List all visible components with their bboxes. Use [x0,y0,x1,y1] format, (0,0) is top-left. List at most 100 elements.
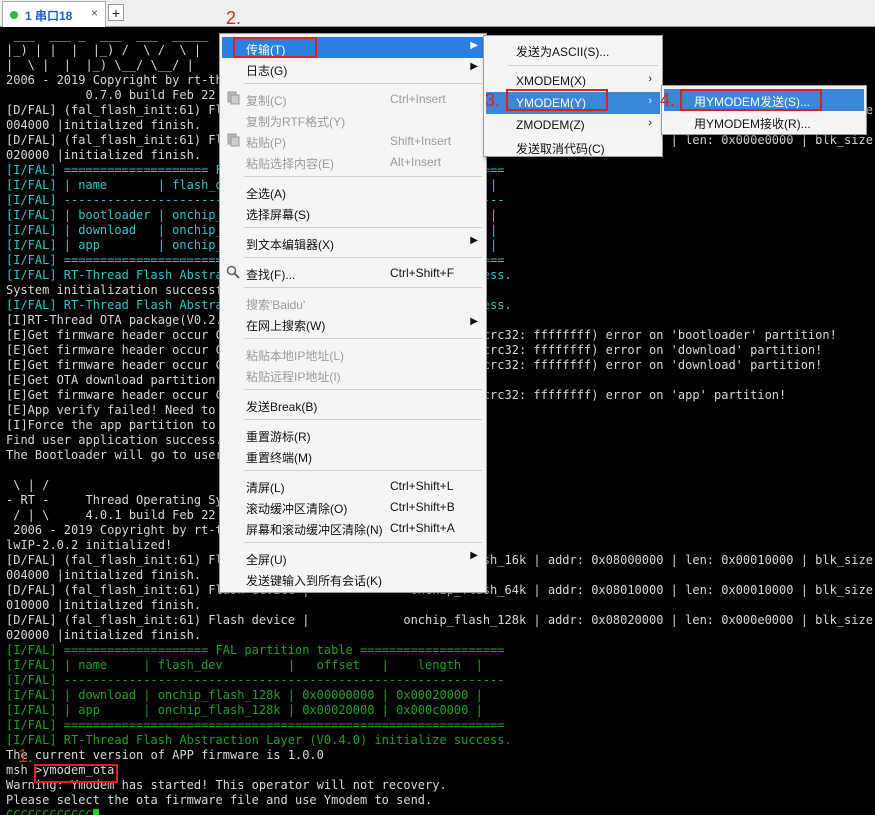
menu-separator [244,257,482,258]
transfer-menu-item-label: 发送为ASCII(S)... [516,45,610,59]
context-menu-item[interactable]: 全屏(U) ▶ [222,547,484,568]
terminal-line: [I/FAL] ==================== FAL partiti… [6,643,505,657]
context-menu-item-label: 粘贴远程IP地址(I) [246,370,341,384]
context-menu-item[interactable]: 重置终端(M) [222,445,484,466]
transfer-menu-item[interactable]: YMODEM(Y) › [486,92,660,114]
submenu-arrow-icon: › [648,95,652,107]
terminal-cursor [92,809,99,815]
menu-separator [508,65,658,66]
context-menu-item[interactable]: 在网上搜索(W) ▶ [222,313,484,334]
step-label-4: 4. [660,90,676,110]
submenu-arrow-icon: › [648,117,652,129]
transfer-menu-item[interactable]: XMODEM(X) › [486,70,660,92]
step-label-2: 2. [226,8,242,28]
context-menu-item-label: 查找(F)... [246,268,296,282]
terminal-line: [I/FAL] | app | onchip_flash_128k | 0x00… [6,703,483,717]
transfer-menu-item[interactable]: 发送为ASCII(S)... [486,39,660,61]
new-tab-button[interactable]: + [108,4,124,21]
context-menu-item-shortcut: Alt+Insert [390,155,442,169]
menu-separator [244,227,482,228]
context-menu-item[interactable]: 到文本编辑器(X) ▶ [222,232,484,253]
context-menu-item-label: 传输(T) [246,43,286,57]
context-menu-item[interactable]: 日志(G) ▶ [222,58,484,79]
context-menu-item-label: 粘贴选择内容(E) [246,157,334,171]
context-menu-item[interactable]: 清屏(L) Ctrl+Shift+L [222,475,484,496]
menu-separator [244,287,482,288]
transfer-menu-item[interactable]: ZMODEM(Z) › [486,114,660,136]
context-menu-item-label: 到文本编辑器(X) [246,238,334,252]
context-menu-item[interactable]: 查找(F)... Ctrl+Shift+F [222,262,484,283]
search-icon [226,265,240,279]
ymodem-menu-item[interactable]: 用YMODEM接收(R)... [664,111,864,133]
menu-separator [244,542,482,543]
context-menu-item-label: 复制(C) [246,94,287,108]
context-menu: 传输(T) ▶ 日志(G) ▶ 复制(C) Ctrl+Insert 复制为RTF格式(Y) 粘… [219,33,487,593]
context-menu-item: 粘贴选择内容(E) Alt+Insert [222,151,484,172]
menu-separator [244,419,482,420]
context-menu-item-label: 发送键输入到所有会话(K) [246,574,382,588]
menu-separator [244,83,482,84]
context-menu-item-label: 重置游标(R) [246,430,311,444]
terminal-line: Warning: Ymodem has started! This operat… [6,778,447,792]
session-tab[interactable]: 1 串口18 × [2,1,106,27]
context-menu-item: 粘贴远程IP地址(I) [222,364,484,385]
context-menu-item: 复制(C) Ctrl+Insert [222,88,484,109]
context-menu-item[interactable]: 全选(A) [222,181,484,202]
context-menu-item-label: 日志(G) [246,64,288,78]
menu-separator [244,338,482,339]
ymodem-submenu: 用YMODEM发送(S)... 用YMODEM接收(R)... [661,85,867,135]
submenu-arrow-icon: › [648,73,652,85]
context-menu-item[interactable]: 选择屏幕(S) [222,202,484,223]
submenu-arrow-icon: ▶ [470,550,478,561]
transfer-menu-item-label: XMODEM(X) [516,74,586,88]
context-menu-item[interactable]: 重置游标(R) [222,424,484,445]
context-menu-item-label: 在网上搜索(W) [246,319,326,333]
context-menu-item[interactable]: 发送Break(B) [222,394,484,415]
context-menu-item-shortcut: Ctrl+Shift+A [390,521,455,535]
context-menu-item: 复制为RTF格式(Y) [222,109,484,130]
menu-separator [244,389,482,390]
step-label-1: 1. [18,746,34,766]
submenu-arrow-icon: ▶ [470,235,478,246]
ymodem-menu-item-label: 用YMODEM接收(R)... [694,117,811,131]
terminal-line: Please select the ota firmware file and … [6,793,433,807]
terminal-line: 010000 |initialized finish. [6,598,202,612]
session-tab-label: 1 串口18 [25,9,73,23]
terminal-line: msh >ymodem_ota [6,763,115,777]
context-menu-item[interactable]: 发送键输入到所有会话(K) [222,568,484,589]
context-menu-item[interactable]: 屏幕和滚动缓冲区清除(N) Ctrl+Shift+A [222,517,484,538]
terminal-line: CCCCCCCCCCCC [6,808,93,815]
connected-status-icon [10,11,18,19]
terminal-line: [I/FAL] | name | flash_dev | offset | le… [6,658,483,672]
context-menu-item-label: 全屏(U) [246,553,287,567]
context-menu-item[interactable]: 滚动缓冲区清除(O) Ctrl+Shift+B [222,496,484,517]
context-menu-item[interactable]: 传输(T) ▶ [222,37,484,58]
submenu-arrow-icon: ▶ [470,40,478,51]
transfer-submenu: 发送为ASCII(S)... XMODEM(X) › YMODEM(Y) › ZMODEM… [483,35,663,157]
tab-bar: 1 串口18 × + [0,0,875,27]
menu-separator [244,470,482,471]
context-menu-item-shortcut: Ctrl+Shift+F [390,266,455,280]
transfer-menu-item-label: 发送取消代码(C) [516,142,605,156]
transfer-menu-item[interactable]: 发送取消代码(C) [486,136,660,158]
terminal-line: [D/FAL] (fal_flash_init:61) Flash device… [6,613,875,627]
context-menu-item-label: 发送Break(B) [246,400,318,414]
context-menu-item: 粘贴(P) Shift+Insert [222,130,484,151]
context-menu-item-label: 滚动缓冲区清除(O) [246,502,348,516]
step-label-3: 3. [485,90,501,110]
context-menu-item-label: 清屏(L) [246,481,285,495]
context-menu-item-shortcut: Ctrl+Shift+B [390,500,455,514]
context-menu-item-label: 重置终端(M) [246,451,312,465]
menu-separator [244,176,482,177]
context-menu-item: 粘贴本地IP地址(L) [222,343,484,364]
terminal-line: [I/FAL] | download | onchip_flash_128k |… [6,688,483,702]
terminal-line: The current version of APP firmware is 1… [6,748,324,762]
submenu-arrow-icon: ▶ [470,316,478,327]
context-menu-item-label: 搜索'Baidu' [246,298,306,312]
close-tab-icon[interactable]: × [91,6,98,20]
context-menu-item-label: 全选(A) [246,187,286,201]
ymodem-menu-item[interactable]: 用YMODEM发送(S)... [664,89,864,111]
context-menu-item-label: 粘贴(P) [246,136,286,150]
context-menu-item: 搜索'Baidu' [222,292,484,313]
ymodem-menu-item-label: 用YMODEM发送(S)... [694,95,810,109]
